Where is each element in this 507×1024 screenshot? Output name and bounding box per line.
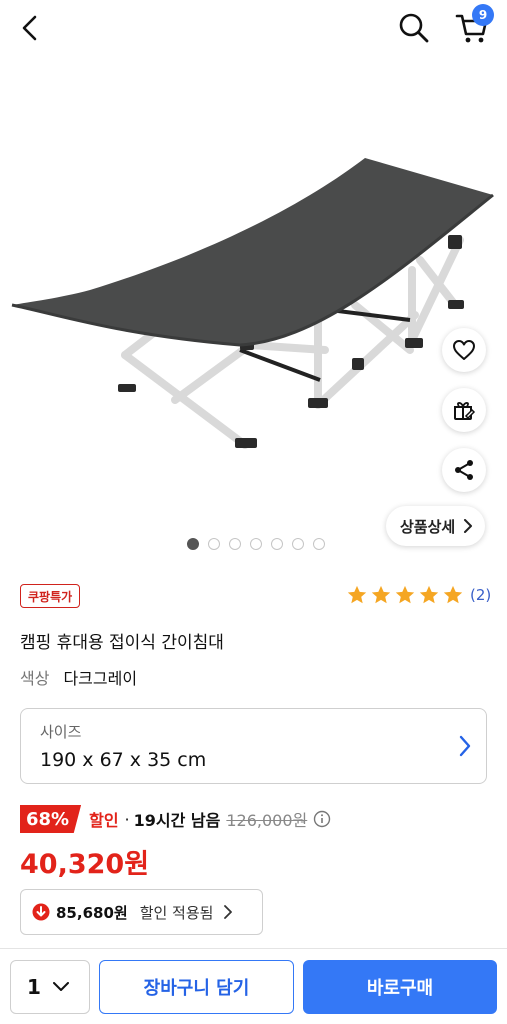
discount-label: 할인: [89, 811, 119, 830]
discount-percent-badge: 68%: [20, 805, 82, 833]
share-button[interactable]: [442, 448, 486, 492]
gift-button[interactable]: [442, 388, 486, 432]
star-icon: [371, 585, 391, 604]
chevron-right-icon: [464, 519, 473, 533]
add-to-cart-button[interactable]: 장바구니 담기: [99, 960, 294, 1014]
side-actions: [442, 328, 488, 508]
applied-price: 85,680원: [56, 903, 128, 922]
gift-icon: [454, 402, 476, 420]
cart-count-badge: 9: [472, 4, 494, 26]
rating[interactable]: (2): [346, 584, 491, 606]
share-icon: [455, 460, 473, 480]
size-label: 사이즈: [40, 723, 82, 741]
top-bar: 9: [0, 0, 507, 56]
arrow-down-circle-icon: [32, 903, 50, 921]
pagination-dot[interactable]: [313, 538, 325, 550]
chevron-left-icon: [22, 15, 37, 41]
star-icon: [395, 585, 415, 604]
color-option: 색상 다크그레이: [20, 665, 137, 689]
cart-button[interactable]: 9: [452, 4, 494, 48]
star-icon: [443, 585, 463, 604]
search-icon: [399, 13, 429, 43]
info-icon[interactable]: [313, 810, 331, 828]
star-rating: [346, 584, 464, 606]
color-label: 색상: [20, 669, 50, 688]
size-selector[interactable]: 사이즈 190 x 67 x 35 cm: [20, 708, 487, 784]
bottom-action-bar: 1 장바구니 담기 바로구매: [0, 948, 507, 1024]
chevron-right-icon: [224, 905, 233, 919]
product-detail-button[interactable]: 상품상세: [386, 506, 486, 546]
pagination-dot[interactable]: [271, 538, 283, 550]
product-detail-label: 상품상세: [400, 517, 456, 536]
separator: ·: [124, 809, 130, 829]
star-icon: [419, 585, 439, 604]
discount-applied-button[interactable]: 85,680원 할인 적용됨: [20, 889, 263, 935]
buy-now-button[interactable]: 바로구매: [303, 960, 497, 1014]
quantity-value: 1: [27, 975, 41, 999]
pagination-dot[interactable]: [292, 538, 304, 550]
quantity-select[interactable]: 1: [10, 960, 90, 1014]
pagination-dot[interactable]: [250, 538, 262, 550]
pagination-dot[interactable]: [187, 538, 199, 550]
original-price: 126,000원: [226, 811, 308, 830]
wishlist-button[interactable]: [442, 328, 486, 372]
discount-row: 68% 할인 · 19시간 남음 126,000원: [20, 804, 331, 834]
applied-text: 할인 적용됨: [139, 903, 214, 922]
heart-icon: [453, 340, 475, 360]
search-button[interactable]: [396, 10, 432, 46]
chevron-down-icon: [52, 982, 69, 991]
color-value: 다크그레이: [63, 669, 138, 688]
back-button[interactable]: [14, 12, 46, 44]
camping-cot-image: [11, 158, 494, 449]
product-title: 캠핑 휴대용 접이식 간이침대: [20, 633, 224, 653]
review-count[interactable]: (2): [470, 586, 491, 604]
size-value: 190 x 67 x 35 cm: [40, 749, 207, 771]
image-pagination: [187, 538, 325, 550]
pagination-dot[interactable]: [208, 538, 220, 550]
sale-price: 40,320원: [20, 849, 150, 880]
chevron-right-icon: [459, 735, 471, 757]
product-image[interactable]: [0, 140, 507, 460]
deal-badge: 쿠팡특가: [20, 584, 81, 608]
time-remaining: 19시간 남음: [133, 811, 221, 830]
star-icon: [347, 585, 367, 604]
pagination-dot[interactable]: [229, 538, 241, 550]
